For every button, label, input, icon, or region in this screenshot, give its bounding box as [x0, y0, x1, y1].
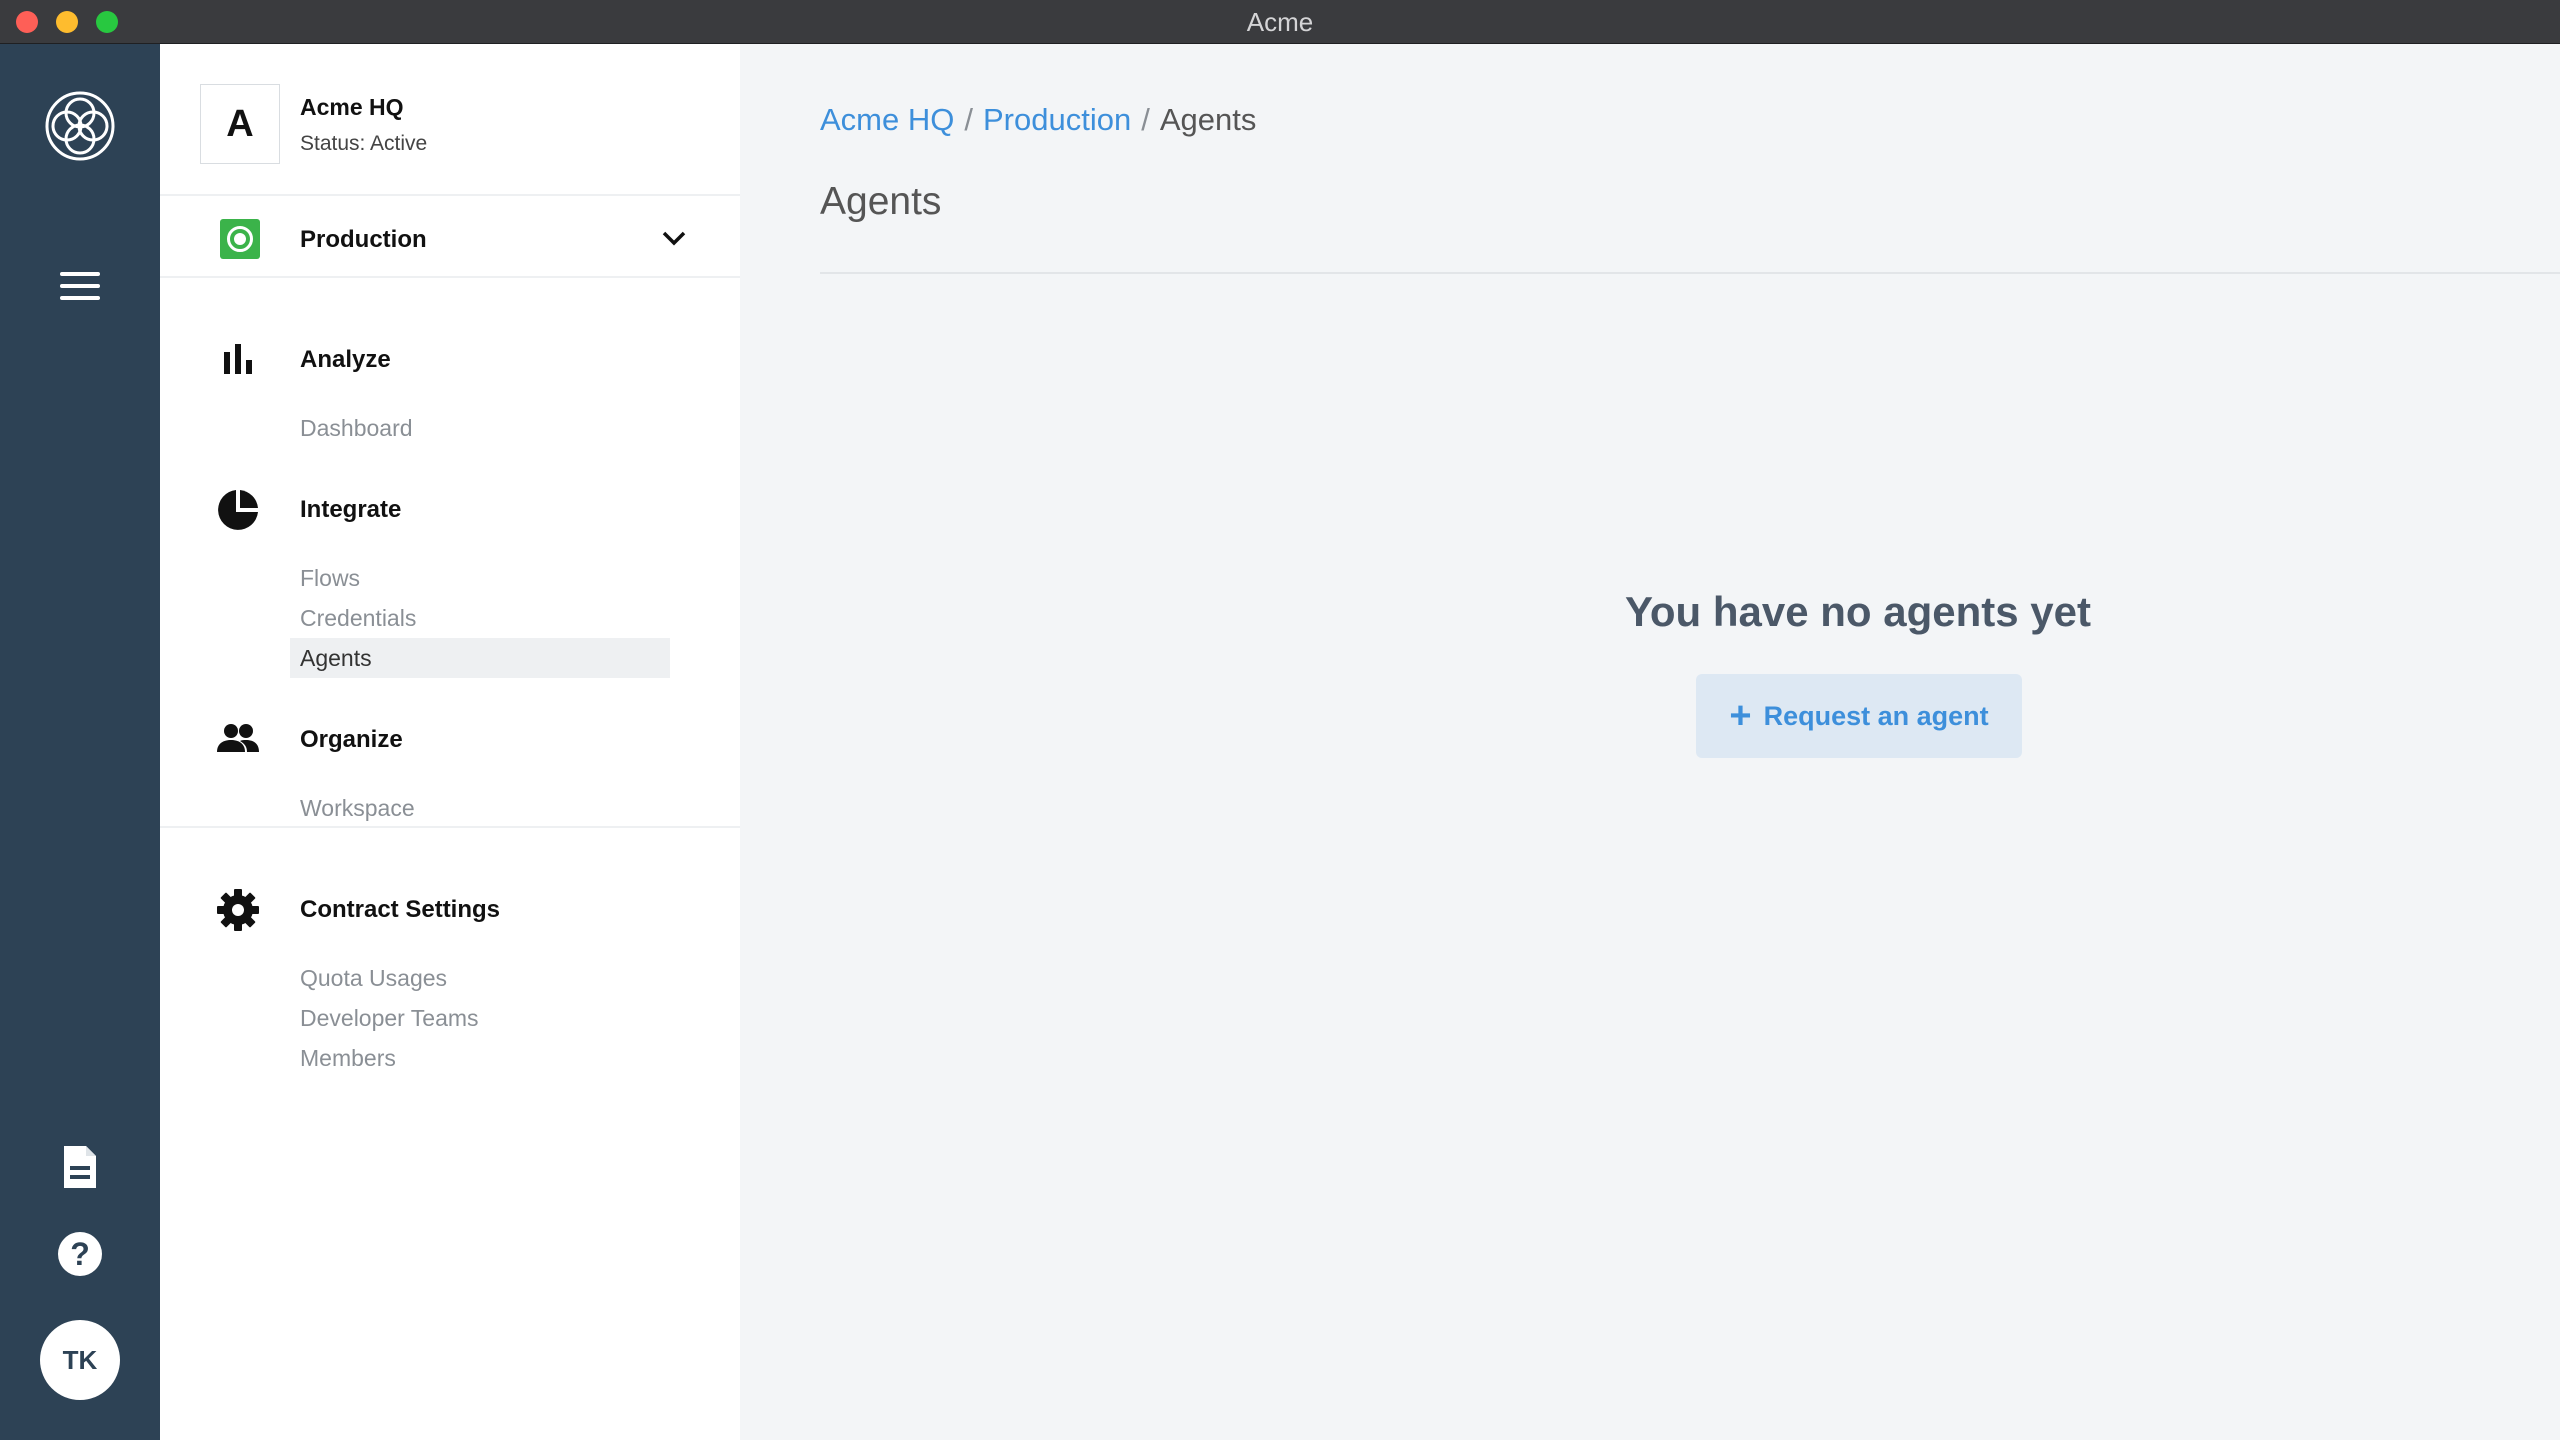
- sidebar-divider: [160, 826, 740, 828]
- empty-state-heading: You have no agents yet: [1625, 588, 2091, 635]
- page-title: Agents: [820, 180, 942, 223]
- user-avatar[interactable]: TK: [40, 1320, 120, 1400]
- document-icon[interactable]: [62, 1144, 98, 1190]
- nav-section-label: Integrate: [300, 496, 402, 523]
- sidebar-item-flows[interactable]: Flows: [300, 558, 360, 598]
- breadcrumb-link-org[interactable]: Acme HQ: [820, 102, 954, 137]
- organization-status: Status: Active: [300, 132, 428, 155]
- breadcrumb: Acme HQ / Production / Agents: [820, 102, 1256, 138]
- chevron-down-icon: [662, 231, 686, 246]
- environment-label: Production: [300, 226, 427, 253]
- environment-selector[interactable]: Production: [160, 198, 740, 280]
- gear-icon: [217, 889, 259, 931]
- sidebar-item-credentials[interactable]: Credentials: [300, 598, 416, 638]
- window-titlebar: Acme: [0, 0, 2560, 44]
- sidebar-item-agents[interactable]: Agents: [290, 638, 670, 678]
- request-agent-label: Request an agent: [1763, 701, 1989, 731]
- pie-chart-icon: [218, 490, 258, 530]
- sidebar-item-dashboard[interactable]: Dashboard: [300, 408, 413, 448]
- sidebar-divider: [160, 194, 740, 196]
- bar-chart-icon: [224, 344, 252, 374]
- nav-section-label: Analyze: [300, 346, 391, 373]
- nav-section-label: Contract Settings: [300, 896, 501, 923]
- breadcrumb-separator: /: [964, 102, 973, 137]
- nav-section-integrate: Integrate: [160, 484, 740, 532]
- sidebar-divider: [160, 276, 740, 278]
- breadcrumb-link-environment[interactable]: Production: [983, 102, 1131, 137]
- main-content: Acme HQ / Production / Agents Agents You hav…: [740, 44, 2560, 1440]
- environment-icon: [220, 219, 260, 259]
- breadcrumb-separator: /: [1141, 102, 1150, 137]
- nav-section-contract-settings: Contract Settings: [160, 884, 740, 932]
- hamburger-menu-icon[interactable]: [60, 272, 100, 304]
- nav-section-analyze: Analyze: [160, 334, 740, 382]
- sidebar-item-quota-usages[interactable]: Quota Usages: [300, 958, 447, 998]
- sidebar: A Acme HQ Status: Active Production Anal…: [160, 44, 740, 1440]
- sidebar-item-developer-teams[interactable]: Developer Teams: [300, 998, 479, 1038]
- plus-icon: +: [1729, 695, 1752, 737]
- breadcrumb-current: Agents: [1159, 102, 1257, 137]
- people-icon: [217, 724, 259, 752]
- sidebar-item-workspace[interactable]: Workspace: [300, 788, 415, 828]
- nav-section-label: Organize: [300, 726, 403, 753]
- organization-name: Acme HQ: [300, 94, 404, 120]
- app-rail: ? TK: [0, 44, 160, 1440]
- window-title: Acme: [1246, 7, 1314, 37]
- nav-section-organize: Organize: [160, 714, 740, 762]
- request-agent-button[interactable]: + Request an agent: [1696, 674, 2022, 758]
- page-divider: [820, 272, 2560, 274]
- app-logo-icon[interactable]: [44, 90, 116, 162]
- sidebar-item-members[interactable]: Members: [300, 1038, 396, 1078]
- organization-badge: A: [200, 84, 280, 164]
- help-icon[interactable]: ?: [58, 1232, 102, 1276]
